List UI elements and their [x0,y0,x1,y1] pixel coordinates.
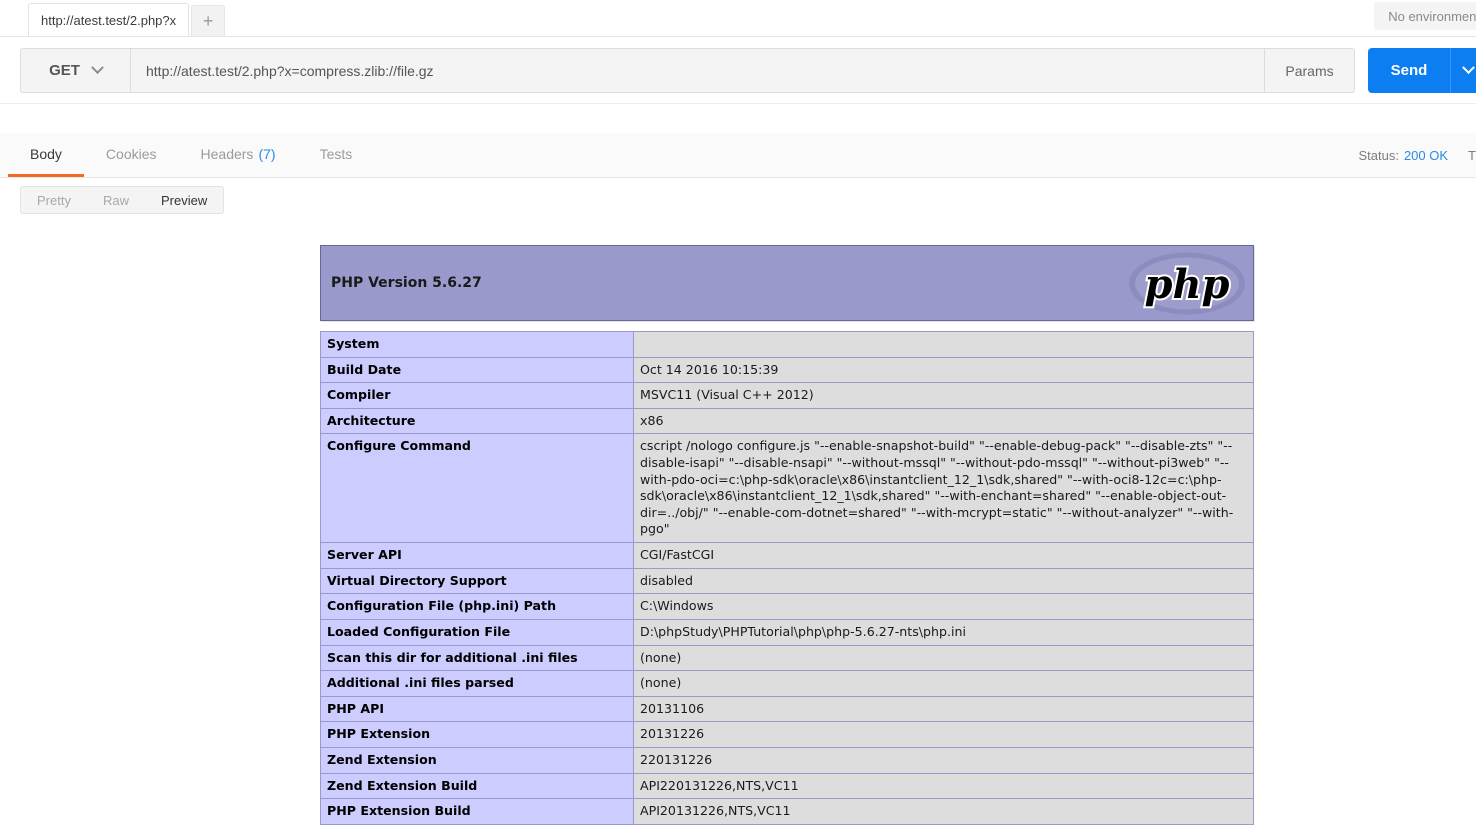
row-key: PHP Extension [320,721,634,748]
row-key: Zend Extension [320,746,634,774]
table-row: Build Date Oct 14 2016 10:15:39 [320,356,1254,384]
table-row: Server API CGI/FastCGI [320,542,1254,569]
plus-icon: + [202,11,214,31]
chevron-down-icon [91,61,104,75]
row-key: Build Date [320,356,634,384]
url-input-value: http://atest.test/2.php?x=compress.zlib:… [146,62,434,79]
row-value: MSVC11 (Visual C++ 2012) [633,382,1254,409]
http-method-label: GET [49,62,80,79]
table-row: Configuration File (php.ini) Path C:\Win… [320,593,1254,620]
row-value: 220131226 [633,746,1254,774]
request-tab[interactable]: http://atest.test/2.php?x [28,3,190,36]
params-button[interactable]: Params [1265,48,1355,93]
row-value: API20131226,NTS,VC11 [633,798,1254,825]
row-key: Architecture [320,407,634,435]
row-value: 20131106 [633,695,1254,723]
tab-headers[interactable]: Headers (7) [179,133,298,177]
request-tab-strip: http://atest.test/2.php?x + No environme… [0,0,1476,36]
row-key: PHP API [320,695,634,723]
table-row: Loaded Configuration File D:\phpStudy\PH… [320,618,1254,646]
row-value: cscript /nologo configure.js "--enable-s… [633,433,1254,544]
view-mode-preview[interactable]: Preview [145,187,223,213]
row-key: Virtual Directory Support [320,567,634,595]
row-key: Configure Command [320,433,634,544]
table-row: Configure Command cscript /nologo config… [320,433,1254,544]
send-button-group: Send [1368,48,1476,93]
postman-window: http://atest.test/2.php?x + No environme… [0,0,1476,825]
table-row: System [320,331,1254,358]
row-value: (none) [633,670,1254,697]
response-time-label: T [1468,147,1476,163]
row-key: Scan this dir for additional .ini files [320,644,634,672]
status-label: Status: [1358,147,1399,163]
row-value: CGI/FastCGI [633,542,1254,569]
http-method-selector[interactable]: GET [20,48,131,93]
row-value: C:\Windows [633,593,1254,620]
send-options-button[interactable] [1450,48,1476,93]
tab-headers-label: Headers [200,145,254,162]
php-logo-icon: php [1129,252,1245,314]
tab-tests-label: Tests [319,145,353,162]
table-row: PHP API 20131106 [320,695,1254,723]
status-badge: 200 OK [1403,147,1449,163]
phpinfo-table: System Build Date Oct 14 2016 10:15:39 C… [320,331,1254,825]
view-mode-pretty-label: Pretty [37,192,71,208]
table-row: Additional .ini files parsed (none) [320,670,1254,697]
table-row: Compiler MSVC11 (Visual C++ 2012) [320,382,1254,409]
send-label: Send [1390,62,1428,79]
request-url-bar: GET http://atest.test/2.php?x=compress.z… [0,36,1476,104]
response-tab-bar: Body Cookies Headers (7) Tests Status: 2… [0,133,1476,178]
row-value: Oct 14 2016 10:15:39 [633,356,1254,384]
tab-headers-count: (7) [258,145,276,162]
table-row: PHP Extension 20131226 [320,721,1254,748]
table-row: Virtual Directory Support disabled [320,567,1254,595]
tab-cookies[interactable]: Cookies [84,133,179,177]
row-value: 20131226 [633,721,1254,748]
view-mode-pretty[interactable]: Pretty [21,187,87,213]
row-value: D:\phpStudy\PHPTutorial\php\php-5.6.27-n… [633,618,1254,646]
svg-text:php: php [1144,261,1229,308]
response-preview-phpinfo: PHP Version 5.6.27 php System Build Date… [320,245,1254,825]
row-key: Compiler [320,382,634,409]
add-tab-button[interactable]: + [191,5,226,36]
row-value [633,331,1254,358]
table-row: PHP Extension Build API20131226,NTS,VC11 [320,798,1254,825]
environment-selector[interactable]: No environment [1374,2,1476,30]
row-value: x86 [633,407,1254,435]
view-mode-raw-label: Raw [102,192,129,208]
table-row: Zend Extension Build API220131226,NTS,VC… [320,772,1254,800]
tab-body-label: Body [30,145,62,162]
row-key: Loaded Configuration File [320,618,634,646]
view-mode-raw[interactable]: Raw [87,187,145,213]
phpinfo-header: PHP Version 5.6.27 php [320,245,1254,321]
send-button[interactable]: Send [1368,48,1450,93]
url-input[interactable]: http://atest.test/2.php?x=compress.zlib:… [131,48,1265,93]
row-key: Additional .ini files parsed [320,670,634,697]
request-tab-label: http://atest.test/2.php?x [41,12,177,28]
row-key: PHP Extension Build [320,798,634,825]
view-mode-preview-label: Preview [160,192,208,208]
table-row: Zend Extension 220131226 [320,746,1254,774]
tab-body[interactable]: Body [8,133,84,177]
tab-cookies-label: Cookies [105,145,157,162]
row-key: Server API [320,542,634,569]
row-key: System [320,331,634,358]
table-row: Architecture x86 [320,407,1254,435]
row-key: Zend Extension Build [320,772,634,800]
table-row: Scan this dir for additional .ini files … [320,644,1254,672]
phpinfo-table-body: System Build Date Oct 14 2016 10:15:39 C… [320,331,1254,825]
response-status: Status: 200 OK T [1358,133,1476,177]
body-view-toggle: Pretty Raw Preview [20,186,225,214]
row-value: disabled [633,567,1254,595]
row-value: (none) [633,644,1254,672]
php-version-title: PHP Version 5.6.27 [331,275,482,291]
tab-tests[interactable]: Tests [298,133,375,177]
row-value: API220131226,NTS,VC11 [633,772,1254,800]
row-key: Configuration File (php.ini) Path [320,593,634,620]
params-label: Params [1285,62,1334,79]
chevron-down-icon [1462,61,1475,75]
environment-label: No environment [1388,8,1476,24]
url-bar-group: GET http://atest.test/2.php?x=compress.z… [20,48,1476,93]
